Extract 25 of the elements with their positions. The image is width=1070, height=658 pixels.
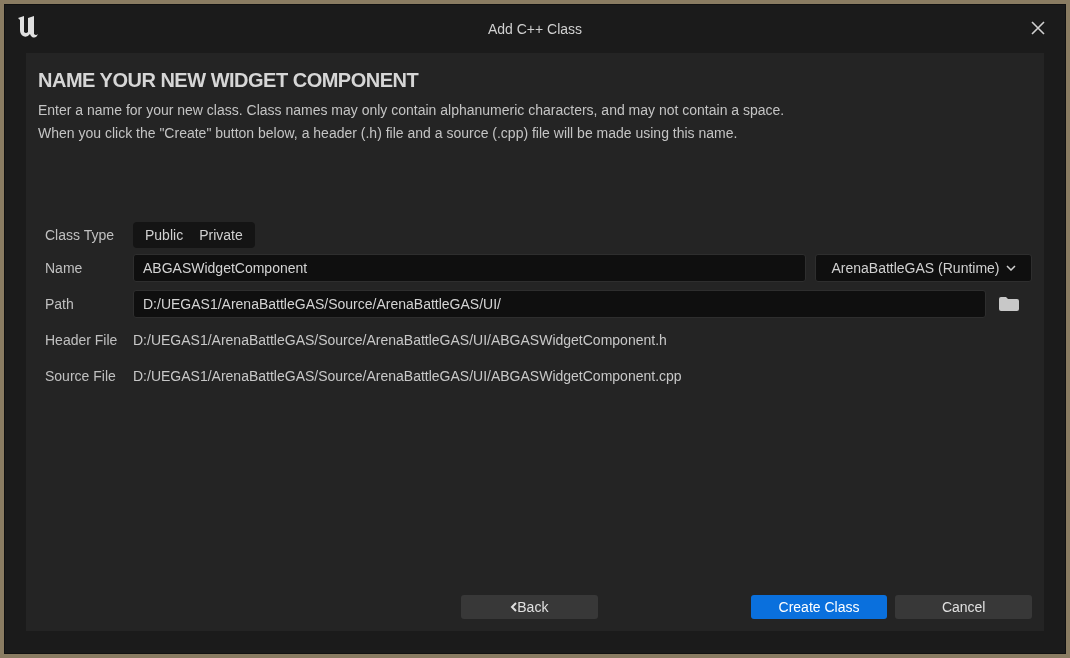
field-label: Header File — [45, 330, 119, 350]
folder-icon — [999, 297, 1019, 311]
description-text: Enter a name for your new class. Class names may only contain alphanumeric characters, and may not contain a space. — [38, 101, 786, 120]
back-button[interactable]: Back — [461, 595, 598, 619]
close-button[interactable] — [1029, 19, 1047, 37]
header-file-path: D:/UEGAS1/ArenaBattleGAS/Source/ArenaBattleGAS/UI/ABGASWidgetComponent.h — [133, 330, 667, 350]
chevron-down-icon — [1005, 265, 1016, 271]
path-input-field[interactable]: D:/UEGAS1/ArenaBattleGAS/Source/ArenaBattleGAS/UI/ — [133, 290, 986, 318]
name-input-field[interactable]: ABGASWidgetComponent — [133, 254, 806, 282]
chevron-left-icon — [510, 602, 518, 612]
page-heading: NAME YOUR NEW WIDGET COMPONENT — [38, 68, 420, 93]
source-file-path: D:/UEGAS1/ArenaBattleGAS/Source/ArenaBattleGAS/UI/ABGASWidgetComponent.cpp — [133, 366, 682, 386]
description-text: When you click the "Create" button below, a header (.h) file and a source (.cpp) file will be made using this name. — [38, 124, 739, 143]
close-icon — [1031, 21, 1045, 35]
class-type-option[interactable]: Private — [191, 224, 251, 246]
field-label: Path — [45, 294, 75, 314]
module-dropdown[interactable]: ArenaBattleGAS (Runtime) — [815, 254, 1032, 282]
class-type-option[interactable]: Public — [137, 224, 192, 246]
field-label: Class Type — [45, 225, 115, 245]
create-class-button[interactable]: Create Class — [750, 595, 888, 619]
browse-folder-button[interactable] — [998, 294, 1020, 314]
window-title: Add C++ Class — [487, 19, 583, 39]
field-label: Source File — [45, 366, 117, 386]
cancel-button[interactable]: Cancel — [895, 595, 1032, 619]
field-label: Name — [45, 258, 84, 278]
